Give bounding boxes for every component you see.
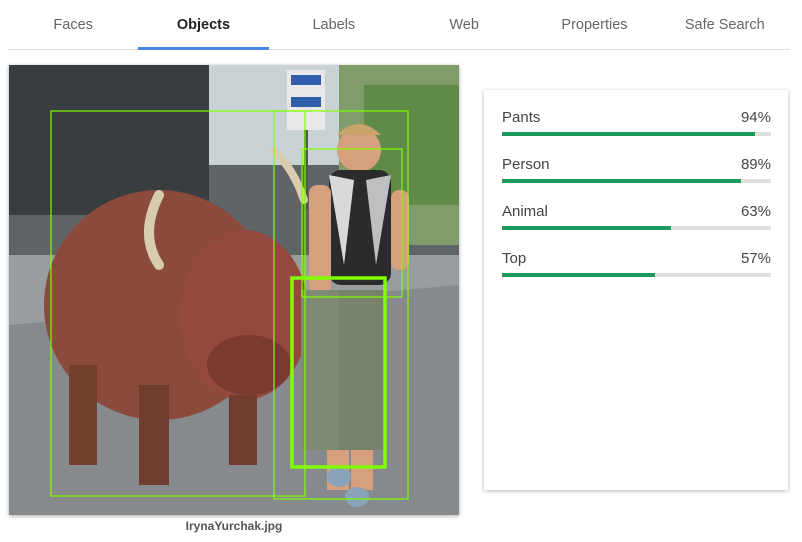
confidence-bar-fill — [502, 132, 755, 136]
tab-labels[interactable]: Labels — [269, 0, 399, 49]
result-label: Pants — [502, 109, 541, 126]
image-filename: IrynaYurchak.jpg — [185, 519, 283, 533]
result-score: 89% — [740, 156, 771, 173]
result-label: Animal — [502, 203, 548, 220]
result-label: Person — [502, 156, 550, 173]
photo-illustration — [9, 65, 459, 515]
tab-bar: Faces Objects Labels Web Properties Safe… — [8, 0, 790, 50]
result-animal: Animal 63% — [502, 202, 771, 230]
result-score: 63% — [740, 203, 771, 220]
confidence-bar — [502, 226, 771, 230]
confidence-bar — [502, 273, 771, 277]
result-score: 94% — [740, 109, 771, 126]
result-person: Person 89% — [502, 155, 771, 183]
tab-safe-search[interactable]: Safe Search — [660, 0, 790, 49]
confidence-bar — [502, 179, 771, 183]
confidence-bar — [502, 132, 771, 136]
analyzed-image — [9, 65, 459, 515]
result-score: 57% — [740, 250, 771, 267]
tab-objects[interactable]: Objects — [138, 0, 269, 50]
confidence-bar-fill — [502, 179, 742, 183]
objects-results-card: Pants 94% Person 89% Animal 63% Top 57% — [484, 90, 788, 490]
confidence-bar-fill — [502, 226, 672, 230]
tab-web[interactable]: Web — [399, 0, 529, 49]
tab-properties[interactable]: Properties — [529, 0, 659, 49]
result-label: Top — [502, 250, 527, 267]
result-pants: Pants 94% — [502, 108, 771, 136]
confidence-bar-fill — [502, 273, 656, 277]
tab-faces[interactable]: Faces — [8, 0, 138, 49]
result-top: Top 57% — [502, 249, 771, 277]
